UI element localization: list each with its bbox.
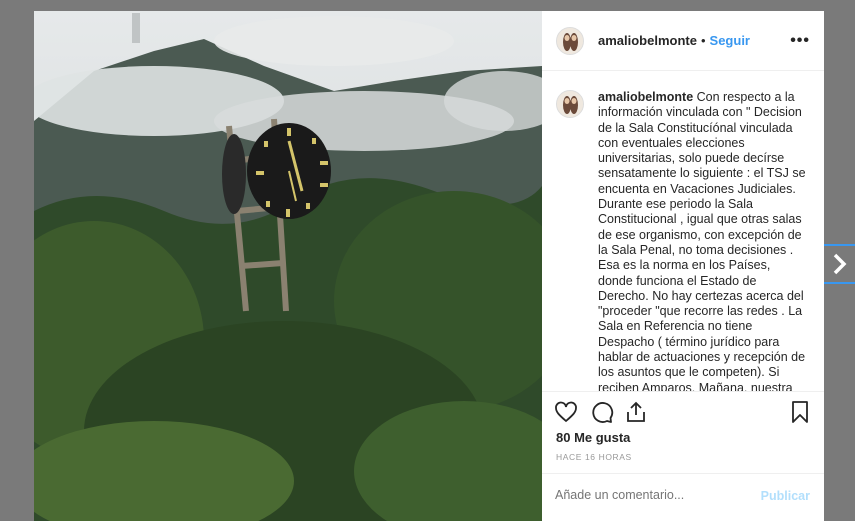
actions-section: 80 Me gusta HACE 16 HORAS Publicar [542, 391, 824, 517]
follow-button[interactable]: Seguir [710, 33, 750, 48]
action-icons [554, 400, 812, 426]
post-timestamp: HACE 16 HORAS [556, 452, 632, 462]
post-photo[interactable] [34, 11, 542, 521]
caption-area[interactable]: amaliobelmonte Con respecto a la informa… [542, 72, 824, 391]
username[interactable]: amaliobelmonte [598, 33, 697, 48]
separator: • [700, 33, 706, 48]
publish-button[interactable]: Publicar [761, 489, 810, 503]
caption-body: Con respecto a la información vinculada … [598, 90, 806, 391]
comment-box: Publicar [542, 473, 824, 520]
caption-text: amaliobelmonte Con respecto a la informa… [598, 90, 808, 391]
likes-count[interactable]: 80 Me gusta [556, 430, 630, 445]
heart-icon[interactable] [554, 400, 578, 424]
next-post-button[interactable] [824, 244, 855, 284]
more-options-icon[interactable]: ••• [790, 32, 810, 48]
caption-username[interactable]: amaliobelmonte [598, 90, 693, 104]
bookmark-icon[interactable] [788, 400, 812, 424]
post-panel: amaliobelmonte • Seguir ••• amaliobelmon… [542, 11, 824, 521]
comment-icon[interactable] [590, 400, 614, 424]
comment-input[interactable] [555, 488, 745, 502]
next-arrow-icon [824, 244, 855, 284]
caption-avatar[interactable] [556, 90, 584, 118]
avatar[interactable] [556, 26, 584, 55]
post-header: amaliobelmonte • Seguir ••• [542, 11, 824, 71]
share-icon[interactable] [624, 400, 648, 424]
